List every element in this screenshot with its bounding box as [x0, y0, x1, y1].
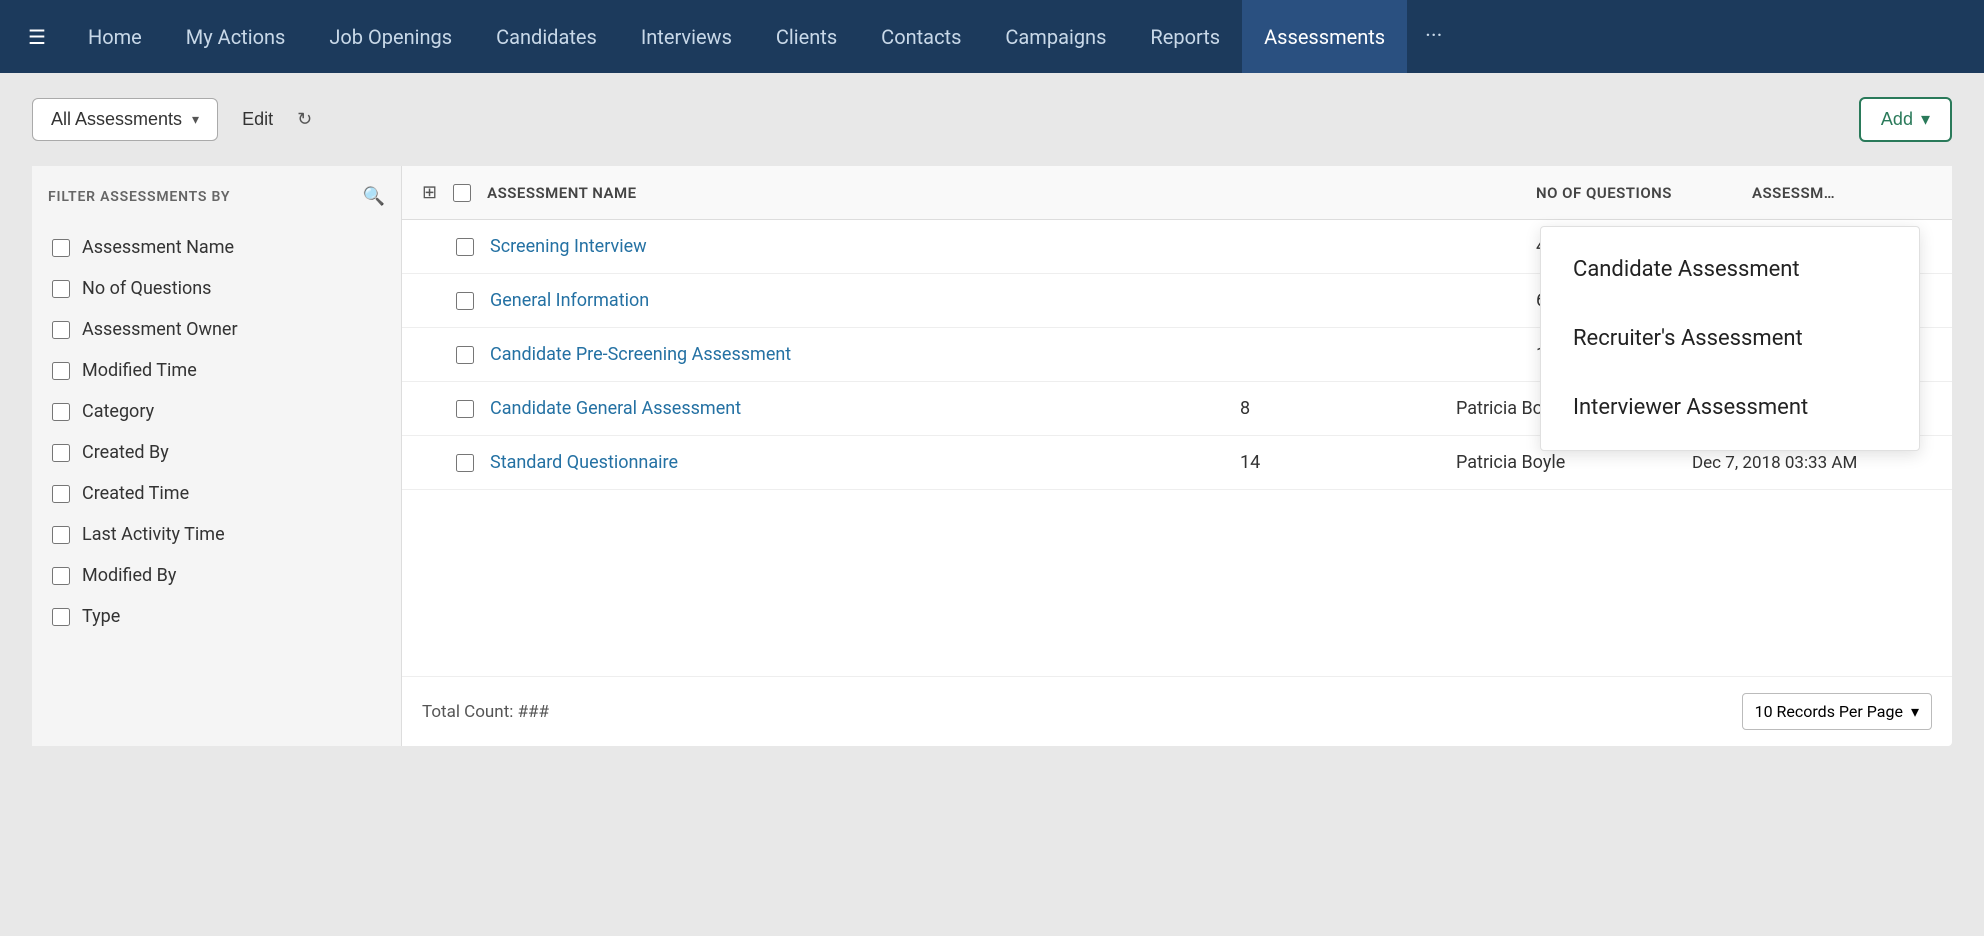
app-container: ☰ Home My Actions Job Openings Candidate…: [0, 0, 1984, 936]
filter-no-questions-label[interactable]: No of Questions: [82, 278, 211, 299]
nav-reports[interactable]: Reports: [1128, 0, 1242, 73]
row-modified-5: Dec 7, 2018 03:33 AM: [1692, 453, 1932, 473]
table-footer: Total Count: ### 10 Records Per Page ▾: [402, 676, 1952, 746]
filter-modified-by-label[interactable]: Modified By: [82, 565, 176, 586]
col-header-questions: NO OF QUESTIONS: [1536, 184, 1736, 202]
filter-header: FILTER ASSESSMENTS BY 🔍: [48, 186, 385, 207]
filter-assessment-owner: Assessment Owner: [48, 309, 385, 350]
row-name-2[interactable]: General Information: [490, 290, 1520, 311]
row-checkbox-4[interactable]: [456, 400, 474, 418]
filter-assessment-owner-checkbox[interactable]: [52, 321, 70, 339]
total-count: Total Count: ###: [422, 702, 549, 722]
filter-type-label[interactable]: Type: [82, 606, 120, 627]
filter-category: Category: [48, 391, 385, 432]
row-questions-5: 14: [1240, 452, 1440, 473]
row-name-1[interactable]: Screening Interview: [490, 236, 1520, 257]
row-name-5[interactable]: Standard Questionnaire: [490, 452, 1224, 473]
filter-modified-by: Modified By: [48, 555, 385, 596]
filter-title: FILTER ASSESSMENTS BY: [48, 189, 230, 205]
nav-campaigns[interactable]: Campaigns: [983, 0, 1128, 73]
nav-assessments[interactable]: Assessments: [1242, 0, 1407, 73]
col-header-owner: ASSESSM…: [1752, 184, 1932, 202]
filter-category-label[interactable]: Category: [82, 401, 154, 422]
filter-assessment-name-label[interactable]: Assessment Name: [82, 237, 234, 258]
filter-created-time: Created Time: [48, 473, 385, 514]
dropdown-interviewer-assessment[interactable]: Interviewer Assessment: [1541, 373, 1919, 442]
filter-assessment-owner-label[interactable]: Assessment Owner: [82, 319, 238, 340]
add-button[interactable]: Add ▾: [1859, 97, 1952, 142]
row-name-4[interactable]: Candidate General Assessment: [490, 398, 1224, 419]
column-toggle-icon[interactable]: ⊞: [422, 182, 437, 203]
hamburger-icon[interactable]: ☰: [16, 17, 58, 57]
all-assessments-dropdown[interactable]: All Assessments ▾: [32, 98, 218, 141]
records-per-page-chevron-icon: ▾: [1911, 702, 1919, 721]
dropdown-recruiters-assessment[interactable]: Recruiter's Assessment: [1541, 304, 1919, 373]
main-panel: FILTER ASSESSMENTS BY 🔍 Assessment Name …: [32, 166, 1952, 746]
row-checkbox-5[interactable]: [456, 454, 474, 472]
filter-created-time-checkbox[interactable]: [52, 485, 70, 503]
filter-assessment-name-checkbox[interactable]: [52, 239, 70, 257]
refresh-icon[interactable]: ↻: [297, 109, 312, 130]
row-checkbox-3[interactable]: [456, 346, 474, 364]
table-header: ⊞ ASSESSMENT NAME NO OF QUESTIONS ASSESS…: [402, 166, 1952, 220]
filter-created-by-checkbox[interactable]: [52, 444, 70, 462]
nav-candidates[interactable]: Candidates: [474, 0, 619, 73]
filter-sidebar: FILTER ASSESSMENTS BY 🔍 Assessment Name …: [32, 166, 402, 746]
nav-interviews[interactable]: Interviews: [619, 0, 754, 73]
filter-created-by: Created By: [48, 432, 385, 473]
select-all-checkbox[interactable]: [453, 184, 471, 202]
add-dropdown-menu: Candidate Assessment Recruiter's Assessm…: [1540, 226, 1920, 451]
navbar: ☰ Home My Actions Job Openings Candidate…: [0, 0, 1984, 73]
main-content: All Assessments ▾ Edit ↻ Add ▾ FILTER AS…: [0, 73, 1984, 770]
nav-more-icon[interactable]: ···: [1407, 0, 1460, 73]
nav-clients[interactable]: Clients: [754, 0, 859, 73]
filter-type-checkbox[interactable]: [52, 608, 70, 626]
row-name-3[interactable]: Candidate Pre-Screening Assessment: [490, 344, 1520, 365]
filter-assessment-name: Assessment Name: [48, 227, 385, 268]
add-chevron-icon: ▾: [1921, 109, 1930, 130]
filter-modified-time: Modified Time: [48, 350, 385, 391]
edit-button[interactable]: Edit: [234, 105, 281, 134]
records-per-page-label: 10 Records Per Page: [1755, 702, 1903, 721]
nav-contacts[interactable]: Contacts: [859, 0, 983, 73]
filter-search-icon[interactable]: 🔍: [363, 186, 385, 207]
dropdown-chevron-icon: ▾: [192, 111, 199, 128]
nav-job-openings[interactable]: Job Openings: [307, 0, 474, 73]
filter-type: Type: [48, 596, 385, 637]
nav-home[interactable]: Home: [66, 0, 164, 73]
row-questions-4: 8: [1240, 398, 1440, 419]
filter-no-of-questions: No of Questions: [48, 268, 385, 309]
row-checkbox-1[interactable]: [456, 238, 474, 256]
filter-modified-by-checkbox[interactable]: [52, 567, 70, 585]
filter-last-activity-label[interactable]: Last Activity Time: [82, 524, 225, 545]
add-label: Add: [1881, 109, 1913, 130]
nav-my-actions[interactable]: My Actions: [164, 0, 308, 73]
filter-modified-time-checkbox[interactable]: [52, 362, 70, 380]
row-owner-5: Patricia Boyle: [1456, 452, 1676, 473]
all-assessments-label: All Assessments: [51, 109, 182, 130]
filter-category-checkbox[interactable]: [52, 403, 70, 421]
col-header-name: ASSESSMENT NAME: [487, 184, 1520, 202]
filter-created-time-label[interactable]: Created Time: [82, 483, 189, 504]
filter-last-activity-checkbox[interactable]: [52, 526, 70, 544]
filter-modified-time-label[interactable]: Modified Time: [82, 360, 197, 381]
toolbar: All Assessments ▾ Edit ↻ Add ▾: [32, 97, 1952, 142]
filter-created-by-label[interactable]: Created By: [82, 442, 169, 463]
row-checkbox-2[interactable]: [456, 292, 474, 310]
records-per-page-select[interactable]: 10 Records Per Page ▾: [1742, 693, 1932, 730]
dropdown-candidate-assessment[interactable]: Candidate Assessment: [1541, 235, 1919, 304]
filter-no-questions-checkbox[interactable]: [52, 280, 70, 298]
filter-last-activity: Last Activity Time: [48, 514, 385, 555]
